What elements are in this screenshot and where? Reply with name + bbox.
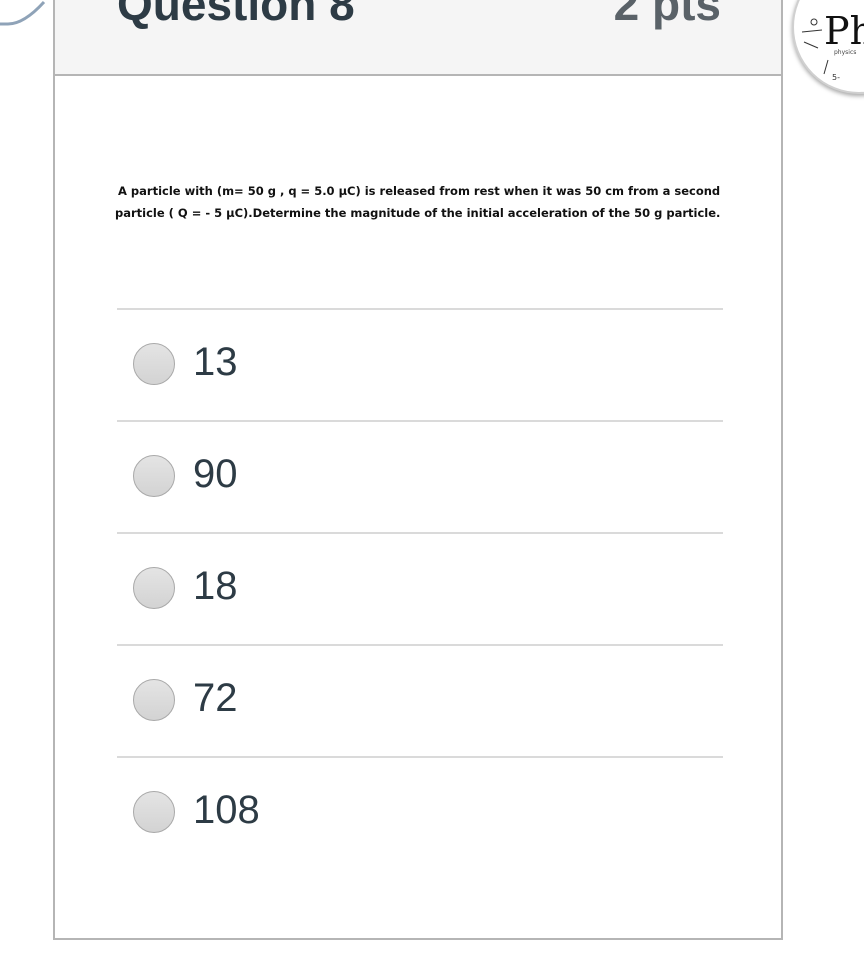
question-header: Question 8 2 pts (55, 0, 781, 76)
question-title: Question 8 (117, 0, 355, 30)
svg-text:physics: physics (834, 49, 856, 56)
quiz-page: Ph physics 5- Question 8 2 pts A particl… (0, 0, 864, 953)
svg-text:Ph: Ph (824, 9, 864, 53)
answer-option[interactable]: 18 (117, 532, 723, 644)
question-text: A particle with (m= 50 g , q = 5.0 μC) i… (115, 184, 721, 220)
radio-button[interactable] (133, 455, 175, 497)
answer-option[interactable]: 72 (117, 644, 723, 756)
radio-button[interactable] (133, 343, 175, 385)
radio-button[interactable] (133, 567, 175, 609)
logo-badge: Ph physics 5- (792, 0, 864, 94)
answer-option[interactable]: 90 (117, 420, 723, 532)
question-points: 2 pts (613, 0, 721, 30)
answer-label: 72 (193, 676, 238, 720)
answer-label: 108 (193, 788, 260, 832)
radio-button[interactable] (133, 791, 175, 833)
answer-label: 18 (193, 564, 238, 608)
radio-button[interactable] (133, 679, 175, 721)
question-card: Question 8 2 pts A particle with (m= 50 … (53, 0, 783, 940)
answer-label: 90 (193, 452, 238, 496)
answer-option[interactable]: 13 (117, 308, 723, 420)
answer-option[interactable]: 108 (117, 756, 723, 868)
checkmark-icon (0, 0, 46, 26)
svg-text:5-: 5- (832, 73, 840, 82)
answer-list: 13 90 18 72 108 (117, 308, 723, 868)
answer-label: 13 (193, 340, 238, 384)
